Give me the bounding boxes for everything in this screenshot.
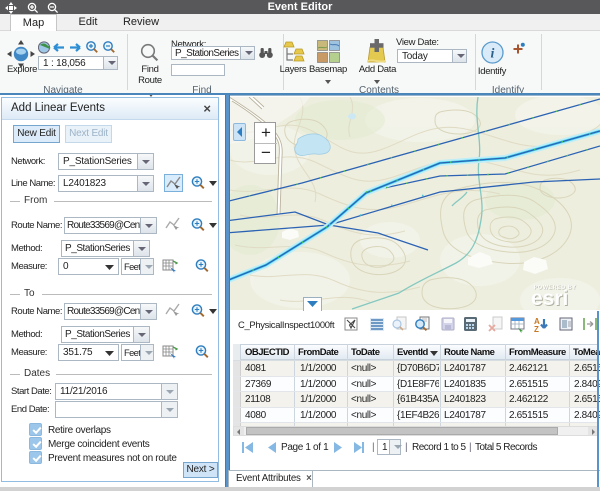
svg-text:Z: Z <box>534 325 539 333</box>
svg-text:i: i <box>491 47 495 62</box>
svg-text:esri: esri <box>531 287 568 310</box>
